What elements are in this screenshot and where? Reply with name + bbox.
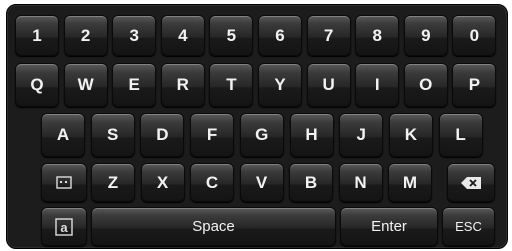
key-d[interactable]: D <box>140 113 185 157</box>
key-t[interactable]: T <box>209 63 254 107</box>
key-p[interactable]: P <box>452 63 497 107</box>
key-y[interactable]: Y <box>258 63 302 107</box>
key-g[interactable]: G <box>239 113 284 157</box>
key-l[interactable]: L <box>438 113 483 157</box>
key-w[interactable]: W <box>63 63 108 107</box>
enter-key[interactable]: Enter <box>340 207 438 246</box>
key-q[interactable]: Q <box>15 63 59 107</box>
key-m[interactable]: M <box>388 163 432 202</box>
key-n[interactable]: N <box>338 163 383 202</box>
esc-key[interactable]: ESC <box>442 207 495 246</box>
key-5[interactable]: 5 <box>209 15 254 56</box>
key-s[interactable]: S <box>90 113 135 157</box>
key-2[interactable]: 2 <box>63 15 108 56</box>
key-j[interactable]: J <box>339 113 384 157</box>
key-6[interactable]: 6 <box>258 15 302 56</box>
key-9[interactable]: 9 <box>403 15 448 56</box>
key-a[interactable]: A <box>41 113 85 157</box>
key-e[interactable]: E <box>112 63 157 107</box>
case-toggle-key[interactable]: a <box>41 207 87 246</box>
backspace-icon <box>460 176 482 190</box>
key-f[interactable]: F <box>190 113 235 157</box>
key-7[interactable]: 7 <box>306 15 351 56</box>
backspace-key[interactable] <box>447 163 495 202</box>
key-i[interactable]: I <box>355 63 400 107</box>
key-z[interactable]: Z <box>91 163 135 202</box>
key-0[interactable]: 0 <box>452 15 497 56</box>
key-u[interactable]: U <box>306 63 351 107</box>
case-toggle-glyph: a <box>60 220 68 235</box>
keyboard-mode-key[interactable] <box>41 163 87 202</box>
key-v[interactable]: V <box>239 163 284 202</box>
key-c[interactable]: C <box>190 163 234 202</box>
key-r[interactable]: R <box>160 63 205 107</box>
key-o[interactable]: O <box>403 63 448 107</box>
key-8[interactable]: 8 <box>355 15 400 56</box>
key-x[interactable]: X <box>140 163 185 202</box>
keyboard-mode-icon <box>56 176 72 189</box>
on-screen-keyboard: a Space Enter ESC 1234567890 QWERTYUIOP AS… <box>6 4 508 249</box>
space-key[interactable]: Space <box>91 207 336 246</box>
key-b[interactable]: B <box>289 163 333 202</box>
key-4[interactable]: 4 <box>160 15 205 56</box>
key-k[interactable]: K <box>388 113 433 157</box>
key-h[interactable]: H <box>289 113 334 157</box>
case-toggle-icon: a <box>55 217 73 236</box>
key-1[interactable]: 1 <box>15 15 59 56</box>
key-3[interactable]: 3 <box>112 15 157 56</box>
